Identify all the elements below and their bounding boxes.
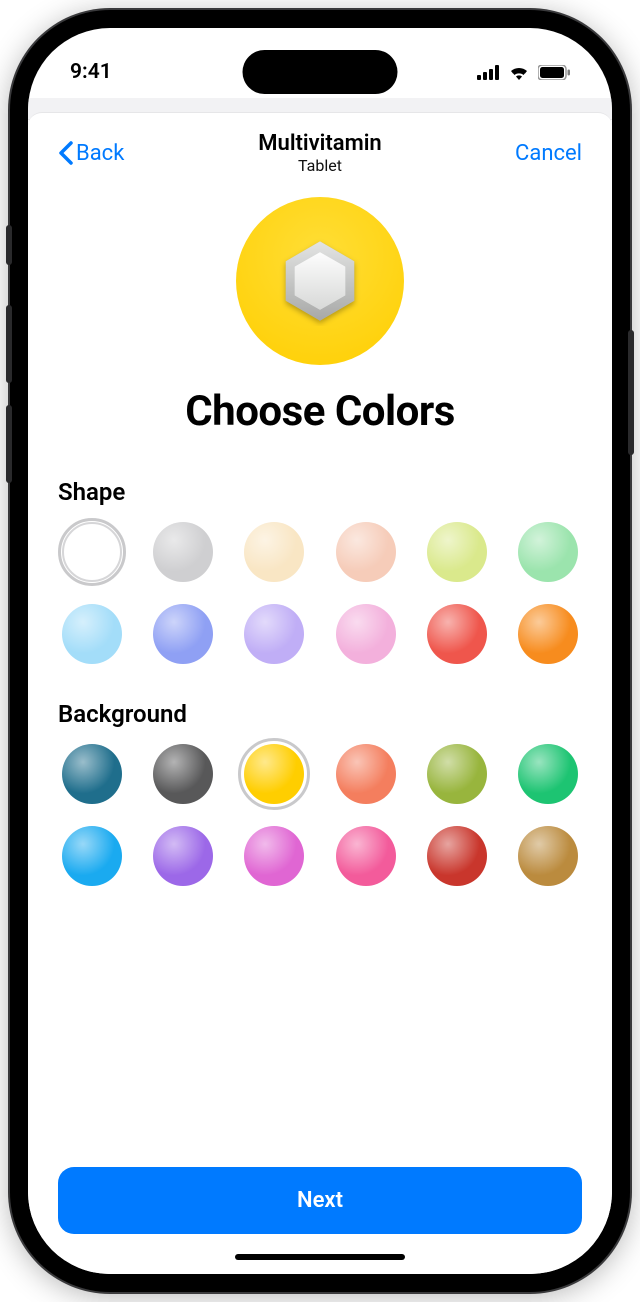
back-label: Back xyxy=(76,141,124,166)
shape-color-swatch-7[interactable] xyxy=(153,604,213,664)
background-color-swatch-4[interactable] xyxy=(427,744,487,804)
background-color-swatch-9[interactable] xyxy=(336,826,396,886)
back-button[interactable]: Back xyxy=(58,141,158,166)
nav-title-subtitle: Tablet xyxy=(158,156,482,175)
shape-color-swatch-4[interactable] xyxy=(427,522,487,582)
dynamic-island xyxy=(243,50,398,94)
shape-color-swatch-6[interactable] xyxy=(62,604,122,664)
modal-sheet: Back Multivitamin Tablet Cancel xyxy=(28,112,612,1274)
page-title: Choose Colors xyxy=(58,387,582,436)
background-color-swatch-3[interactable] xyxy=(336,744,396,804)
shape-color-swatch-10[interactable] xyxy=(427,604,487,664)
screen: 9:41 xyxy=(28,28,612,1274)
silent-switch xyxy=(6,225,12,265)
phone-frame: 9:41 xyxy=(10,10,630,1292)
shape-color-swatch-3[interactable] xyxy=(336,522,396,582)
background-color-grid xyxy=(58,744,582,886)
preview-background-circle xyxy=(236,197,404,365)
background-color-swatch-8[interactable] xyxy=(244,826,304,886)
next-button-label: Next xyxy=(297,1188,343,1213)
shape-color-swatch-2[interactable] xyxy=(244,522,304,582)
volume-down-button xyxy=(6,405,12,483)
status-indicators xyxy=(477,64,570,80)
background-color-swatch-11[interactable] xyxy=(518,826,578,886)
cancel-button[interactable]: Cancel xyxy=(482,141,582,166)
status-time: 9:41 xyxy=(70,60,112,84)
background-section-label: Background xyxy=(58,700,582,728)
background-color-swatch-0[interactable] xyxy=(62,744,122,804)
cancel-label: Cancel xyxy=(515,141,582,166)
home-indicator[interactable] xyxy=(235,1254,405,1260)
wifi-icon xyxy=(508,64,530,80)
background-color-swatch-1[interactable] xyxy=(153,744,213,804)
battery-icon xyxy=(538,65,570,80)
shape-color-grid xyxy=(58,522,582,664)
medication-preview xyxy=(58,197,582,365)
background-color-swatch-6[interactable] xyxy=(62,826,122,886)
shape-section-label: Shape xyxy=(58,478,582,506)
tablet-hexagon-icon xyxy=(275,236,365,326)
volume-up-button xyxy=(6,305,12,383)
shape-color-swatch-8[interactable] xyxy=(244,604,304,664)
background-color-swatch-5[interactable] xyxy=(518,744,578,804)
background-color-swatch-7[interactable] xyxy=(153,826,213,886)
chevron-left-icon xyxy=(58,141,74,165)
background-color-swatch-10[interactable] xyxy=(427,826,487,886)
power-button xyxy=(628,330,634,455)
shape-color-swatch-1[interactable] xyxy=(153,522,213,582)
shape-color-swatch-5[interactable] xyxy=(518,522,578,582)
cellular-signal-icon xyxy=(477,65,500,80)
navigation-bar: Back Multivitamin Tablet Cancel xyxy=(58,113,582,185)
shape-color-swatch-11[interactable] xyxy=(518,604,578,664)
shape-color-swatch-9[interactable] xyxy=(336,604,396,664)
nav-title-main: Multivitamin xyxy=(158,131,482,156)
nav-title: Multivitamin Tablet xyxy=(158,131,482,175)
shape-color-swatch-0[interactable] xyxy=(62,522,122,582)
background-color-swatch-2[interactable] xyxy=(244,744,304,804)
next-button[interactable]: Next xyxy=(58,1167,582,1234)
